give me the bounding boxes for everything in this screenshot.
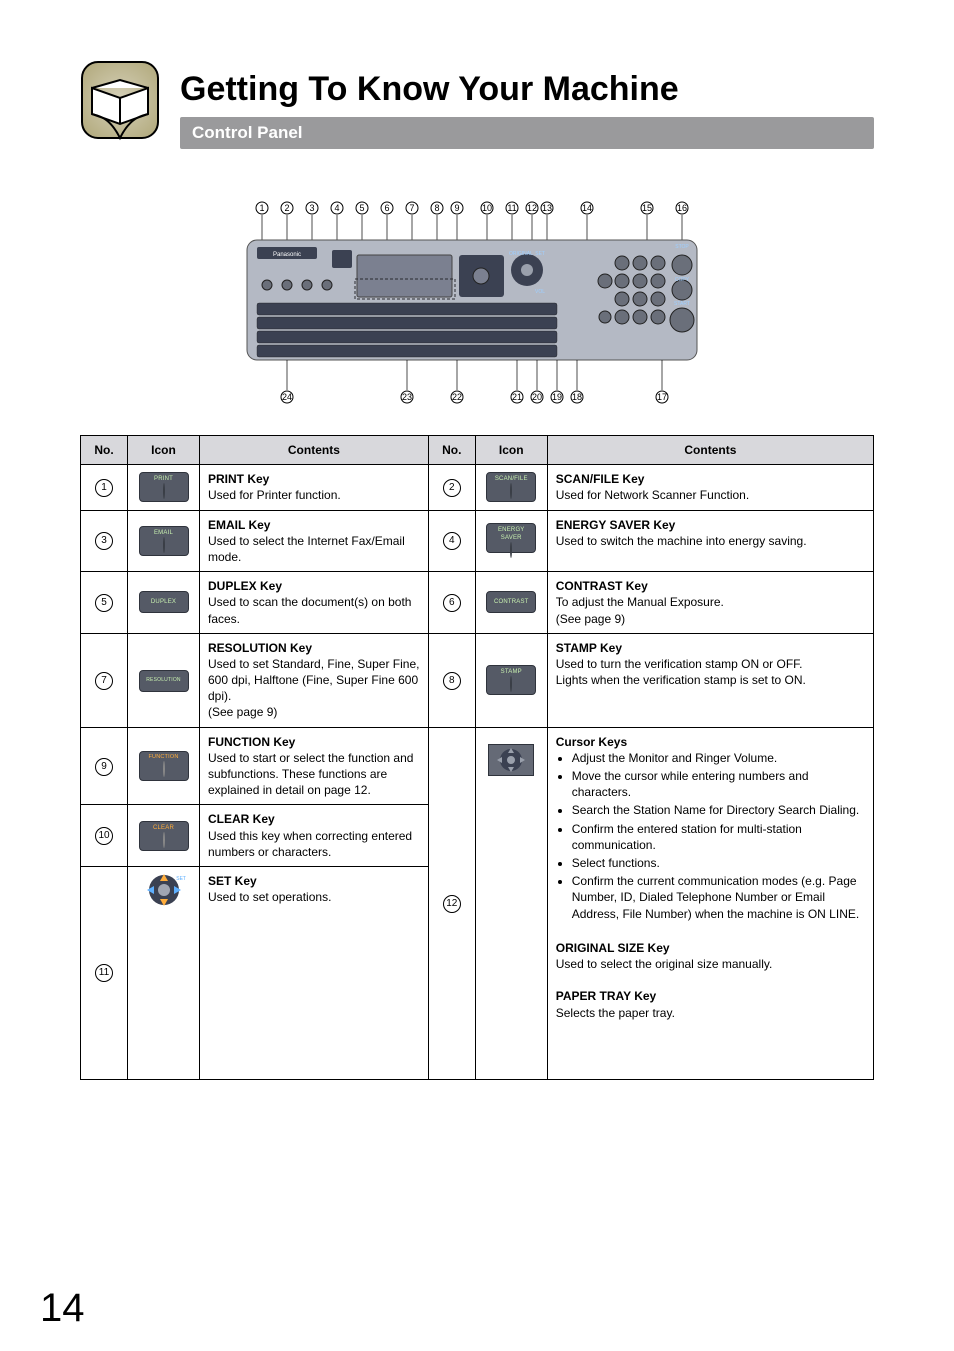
key-number: 11: [95, 964, 113, 982]
svg-text:21: 21: [512, 392, 522, 402]
email-key-icon: EMAIL: [128, 510, 200, 572]
svg-text:3: 3: [309, 203, 314, 213]
svg-text:VOL: VOL: [535, 289, 545, 295]
th-no-right: No.: [428, 436, 475, 465]
key-number: 3: [95, 532, 113, 550]
scan-file-key-icon: SCAN/FILE: [475, 465, 547, 510]
svg-text:14: 14: [582, 203, 592, 213]
svg-text:4: 4: [334, 203, 339, 213]
subtitle-bar: Control Panel: [180, 117, 874, 149]
svg-text:24: 24: [282, 392, 292, 402]
svg-text:Panasonic: Panasonic: [273, 252, 301, 258]
svg-text:8: 8: [434, 203, 439, 213]
function-key-icon: FUNCTION: [128, 727, 200, 805]
svg-text:13: 13: [542, 203, 552, 213]
svg-text:STOP: STOP: [675, 244, 689, 250]
svg-text:START: START: [674, 301, 690, 307]
svg-text:12: 12: [527, 203, 537, 213]
page-number: 14: [40, 1286, 85, 1331]
energy-saver-key-desc: ENERGY SAVER Key Used to switch the mach…: [547, 510, 873, 572]
table-row: 5 DUPLEX DUPLEX Key Used to scan the doc…: [81, 572, 874, 634]
svg-text:22: 22: [452, 392, 462, 402]
svg-text:23: 23: [402, 392, 412, 402]
set-key-icon: SET: [128, 866, 200, 1079]
table-row: 7 RESOLUTION RESOLUTION Key Used to set …: [81, 633, 874, 727]
key-number: 9: [95, 758, 113, 776]
contrast-key-icon: CONTRAST: [475, 572, 547, 634]
print-key-desc: PRINT Key Used for Printer function.: [200, 465, 429, 510]
control-panel-diagram: 1 2 3 4 5 6 7 8 9 10 11 12 13 14 15 16 P…: [80, 195, 874, 405]
svg-text:18: 18: [572, 392, 582, 402]
resolution-key-desc: RESOLUTION Key Used to set Standard, Fin…: [200, 633, 429, 727]
book-icon: [80, 60, 160, 155]
th-icon-left: Icon: [128, 436, 200, 465]
clear-key-icon: CLEAR: [128, 805, 200, 867]
duplex-key-icon: DUPLEX: [128, 572, 200, 634]
key-number: 8: [443, 672, 461, 690]
table-header: No. Icon Contents No. Icon Contents: [81, 436, 874, 465]
svg-text:6: 6: [384, 203, 389, 213]
energy-saver-key-icon: ENERGY SAVER: [475, 510, 547, 572]
svg-text:11: 11: [507, 203, 516, 213]
svg-text:5: 5: [359, 203, 364, 213]
th-no-left: No.: [81, 436, 128, 465]
resolution-key-icon: RESOLUTION: [128, 633, 200, 727]
cursor-keys-icon: [475, 727, 547, 1079]
header: Getting To Know Your Machine Control Pan…: [80, 60, 874, 155]
svg-text:1: 1: [259, 203, 264, 213]
key-number: 7: [95, 672, 113, 690]
contrast-key-desc: CONTRAST Key To adjust the Manual Exposu…: [547, 572, 873, 634]
key-number: 4: [443, 532, 461, 550]
function-key-desc: FUNCTION Key Used to start or select the…: [200, 727, 429, 805]
svg-text:19: 19: [552, 392, 562, 402]
svg-text:ORIGINAL: ORIGINAL: [509, 251, 533, 257]
table-row: 3 EMAIL EMAIL Key Used to select the Int…: [81, 510, 874, 572]
page: Getting To Know Your Machine Control Pan…: [0, 0, 954, 1351]
key-number: 1: [95, 479, 113, 497]
svg-text:SET: SET: [535, 251, 545, 257]
svg-text:17: 17: [657, 392, 667, 402]
key-description-table: No. Icon Contents No. Icon Contents 1 PR…: [80, 435, 874, 1080]
svg-text:7: 7: [409, 203, 414, 213]
stamp-key-icon: STAMP: [475, 633, 547, 727]
cursor-keys-desc: Cursor Keys Adjust the Monitor and Ringe…: [547, 727, 873, 1079]
key-number: 6: [443, 594, 461, 612]
page-title: Getting To Know Your Machine: [180, 70, 874, 109]
key-number: 2: [443, 479, 461, 497]
svg-text:10: 10: [482, 203, 492, 213]
set-key-desc: SET Key Used to set operations.: [200, 866, 429, 1079]
stamp-key-desc: STAMP Key Used to turn the verification …: [547, 633, 873, 727]
svg-text:9: 9: [454, 203, 459, 213]
th-contents-right: Contents: [547, 436, 873, 465]
cursor-keys-bullets: Adjust the Monitor and Ringer Volume. Mo…: [556, 750, 865, 922]
svg-text:COPY: COPY: [675, 277, 690, 283]
th-icon-right: Icon: [475, 436, 547, 465]
svg-text:15: 15: [642, 203, 652, 213]
svg-text:SET: SET: [176, 876, 186, 882]
clear-key-desc: CLEAR Key Used this key when correcting …: [200, 805, 429, 867]
table-row: 1 PRINT PRINT Key Used for Printer funct…: [81, 465, 874, 510]
email-key-desc: EMAIL Key Used to select the Internet Fa…: [200, 510, 429, 572]
svg-text:16: 16: [677, 203, 687, 213]
key-number: 5: [95, 594, 113, 612]
duplex-key-desc: DUPLEX Key Used to scan the document(s) …: [200, 572, 429, 634]
scan-file-key-desc: SCAN/FILE Key Used for Network Scanner F…: [547, 465, 873, 510]
svg-text:20: 20: [532, 392, 542, 402]
svg-text:2: 2: [284, 203, 289, 213]
th-contents-left: Contents: [200, 436, 429, 465]
key-number: 12: [443, 895, 461, 913]
key-number: 10: [95, 827, 113, 845]
print-key-icon: PRINT: [128, 465, 200, 510]
table-row: 9 FUNCTION FUNCTION Key Used to start or…: [81, 727, 874, 805]
